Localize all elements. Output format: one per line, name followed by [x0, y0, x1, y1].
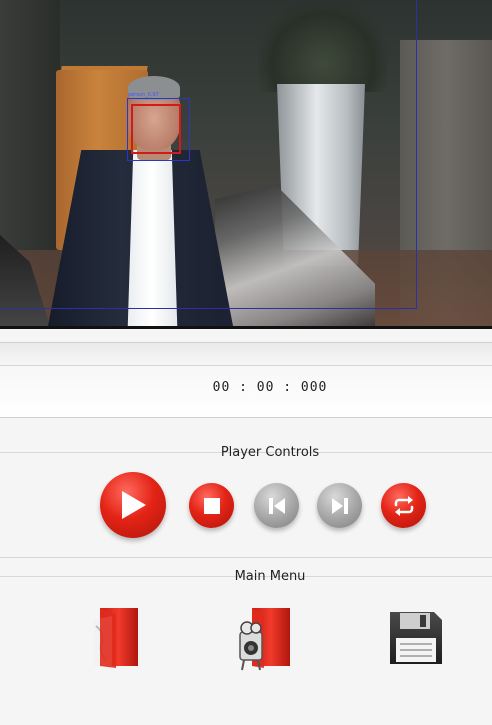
timer-panel-rule: [0, 365, 492, 366]
skip-back-icon: [268, 497, 285, 514]
stop-icon: [203, 497, 220, 514]
video-divider: [0, 326, 492, 329]
main-menu-panel: Main Menu: [0, 557, 492, 725]
face-tracking-box: [131, 104, 181, 154]
timer-panel: 00 : 00 : 000: [0, 342, 492, 418]
face-detection-label: person_0.97: [128, 92, 159, 98]
play-button[interactable]: [100, 472, 166, 538]
detection-region-outline: [0, 0, 417, 309]
skip-forward-icon: [331, 497, 348, 514]
loop-button[interactable]: [381, 483, 426, 528]
save-button[interactable]: [388, 610, 444, 666]
player-controls-panel: Player Controls: [0, 430, 492, 560]
previous-button[interactable]: [254, 483, 299, 528]
open-folder-icon: [94, 608, 138, 668]
next-button[interactable]: [317, 483, 362, 528]
video-display: person_0.97: [0, 0, 492, 326]
floppy-disk-icon: [390, 612, 442, 664]
open-camera-button[interactable]: [234, 606, 296, 672]
camera-folder-icon: [239, 608, 290, 671]
main-menu-title: Main Menu: [234, 569, 306, 584]
loop-icon: [394, 495, 413, 516]
play-icon: [122, 491, 146, 519]
playback-time: 00 : 00 : 000: [212, 380, 328, 395]
main-menu-top-rule: [0, 557, 492, 558]
open-media-button[interactable]: [90, 606, 144, 670]
player-controls-title: Player Controls: [220, 445, 320, 460]
stop-button[interactable]: [189, 483, 234, 528]
